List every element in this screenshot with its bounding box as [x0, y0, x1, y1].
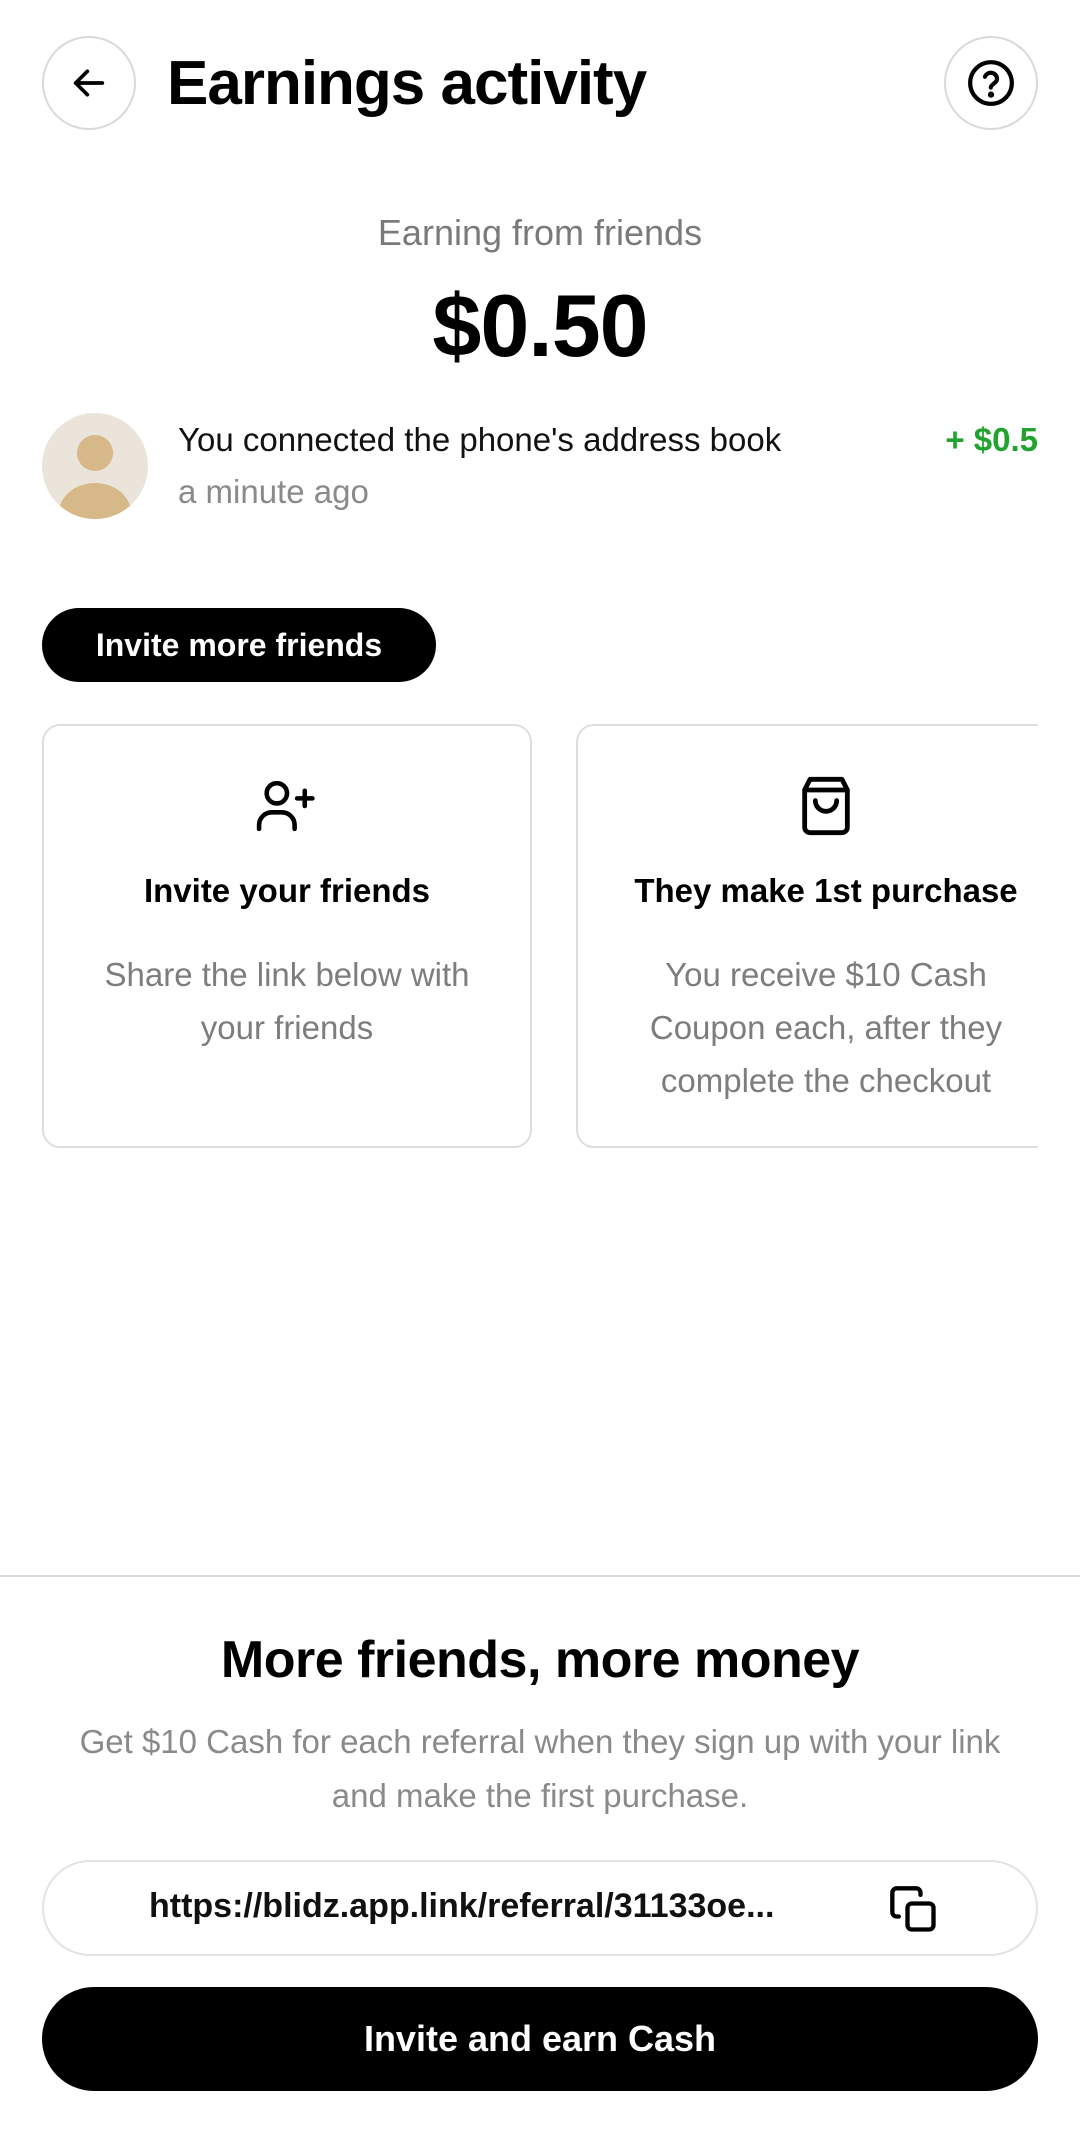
promo-description: Get $10 Cash for each referral when they… [79, 1723, 1001, 1814]
page-title: Earnings activity [167, 49, 647, 118]
invite-more-friends-button[interactable]: Invite more friends [42, 608, 436, 682]
step-card-purchase: They make 1st purchase You receive $10 C… [576, 724, 1038, 1148]
card-title: Invite your friends [143, 872, 431, 909]
earning-label: Earning from friends [377, 212, 703, 253]
referral-link-field[interactable]: https://blidz.app.link/referral/31133oe.… [42, 1860, 1038, 1956]
question-circle-icon [968, 60, 1014, 106]
arrow-left-icon [73, 69, 105, 97]
back-button[interactable] [42, 36, 136, 130]
copy-link-button[interactable] [888, 1884, 940, 1936]
activity-time: a minute ago [178, 473, 369, 510]
card-title: They make 1st purchase [634, 872, 1018, 909]
user-placeholder-icon [59, 435, 131, 519]
invite-and-earn-button[interactable]: Invite and earn Cash [42, 1987, 1038, 2091]
shopping-bag-icon [802, 776, 850, 836]
divider [0, 1575, 1080, 1577]
activity-text: You connected the phone's address book [178, 421, 782, 458]
copy-icon [890, 1886, 936, 1932]
activity-amount: + $0.5 [945, 421, 1038, 458]
card-description: You receive $10 Cash Coupon each, after … [649, 956, 1003, 1099]
activity-item: You connected the phone's address book a… [42, 413, 1038, 523]
header: Earnings activity [42, 36, 1038, 132]
user-plus-icon [256, 780, 315, 832]
help-button[interactable] [944, 36, 1038, 130]
earning-amount: $0.50 [432, 276, 648, 375]
avatar [42, 413, 148, 519]
how-it-works-carousel[interactable]: Invite your friends Share the link below… [42, 724, 1038, 1150]
promo-title: More friends, more money [220, 1631, 860, 1689]
card-description: Share the link below with your friends [104, 956, 470, 1046]
referral-link-text[interactable]: https://blidz.app.link/referral/31133oe.… [149, 1887, 909, 1926]
earnings-activity-screen: Earnings activity Earning from friends $… [0, 0, 1080, 2130]
step-card-invite: Invite your friends Share the link below… [42, 724, 532, 1148]
